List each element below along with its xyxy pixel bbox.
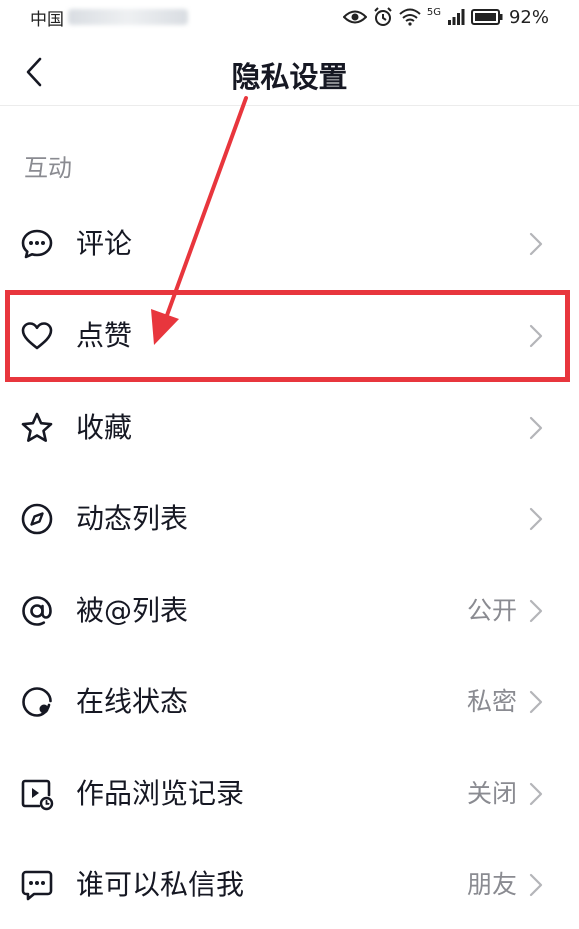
chevron-right-icon xyxy=(529,599,543,623)
row-value: 朋友 xyxy=(466,870,517,899)
setting-row-comment[interactable]: 评论 xyxy=(0,199,579,289)
setting-row-direct-message[interactable]: 谁可以私信我 朋友 xyxy=(0,840,579,929)
row-value: 私密 xyxy=(466,687,517,716)
eye-icon xyxy=(342,10,367,24)
section-header: 互动 xyxy=(24,154,72,182)
network-type: 5G xyxy=(426,6,441,18)
comment-icon xyxy=(21,229,53,259)
setting-row-activity-list[interactable]: 动态列表 xyxy=(0,474,579,564)
compass-icon xyxy=(21,503,53,535)
nav-bar: 隐私设置 xyxy=(0,38,579,106)
row-label: 评论 xyxy=(76,227,133,260)
page-title: 隐私设置 xyxy=(231,60,348,94)
carrier-label: 中国 xyxy=(30,9,64,30)
row-label: 收藏 xyxy=(76,411,133,444)
chevron-right-icon xyxy=(529,782,543,806)
blurred-carrier-detail xyxy=(68,9,188,25)
battery-percent: 92% xyxy=(508,6,549,28)
chevron-right-icon xyxy=(529,690,543,714)
at-icon xyxy=(22,596,52,626)
signal-icon xyxy=(447,9,465,25)
setting-row-video-history[interactable]: 作品浏览记录 关闭 xyxy=(0,749,579,839)
row-label: 作品浏览记录 xyxy=(76,777,245,810)
status-icons: 5G 92% xyxy=(342,6,549,28)
setting-row-mentions[interactable]: 被@列表 公开 xyxy=(0,566,579,656)
row-label: 谁可以私信我 xyxy=(76,868,245,901)
row-value: 关闭 xyxy=(466,779,517,808)
online-status-icon xyxy=(22,687,52,717)
chevron-right-icon xyxy=(529,507,543,531)
chevron-right-icon xyxy=(529,416,543,440)
chevron-right-icon xyxy=(529,232,543,256)
video-history-icon xyxy=(21,779,54,811)
message-icon xyxy=(21,870,53,901)
battery-icon xyxy=(470,9,503,25)
highlight-box xyxy=(5,290,570,382)
row-label: 在线状态 xyxy=(76,685,189,718)
setting-row-favorite[interactable]: 收藏 xyxy=(0,383,579,473)
star-icon xyxy=(21,412,53,442)
row-label: 被@列表 xyxy=(76,594,189,627)
wifi-icon xyxy=(399,8,421,26)
alarm-icon xyxy=(374,7,392,26)
chevron-right-icon xyxy=(529,873,543,897)
row-label: 动态列表 xyxy=(76,502,189,535)
setting-row-online-status[interactable]: 在线状态 私密 xyxy=(0,657,579,747)
status-bar: 中国 5G 92% xyxy=(0,0,579,34)
row-value: 公开 xyxy=(466,596,517,625)
